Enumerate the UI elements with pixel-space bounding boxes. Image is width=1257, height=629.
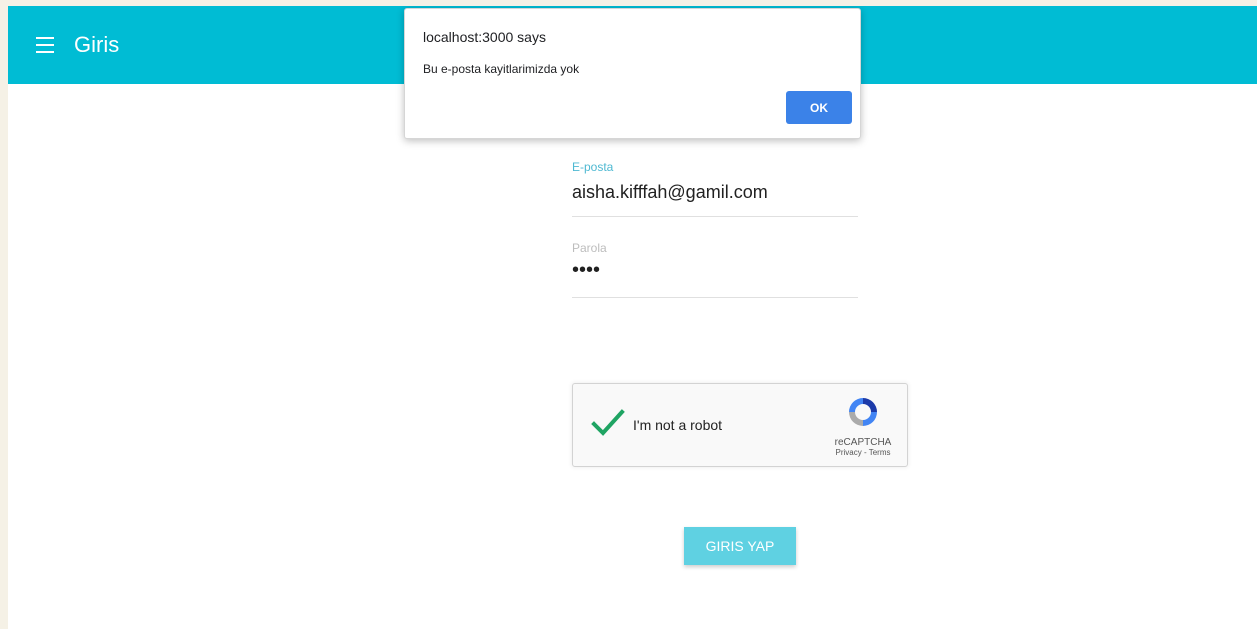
password-label: Parola bbox=[572, 241, 607, 255]
menu-icon-bar bbox=[36, 44, 54, 46]
recaptcha-widget: I'm not a robot reCAPTCHA Privacy - Term… bbox=[572, 383, 908, 467]
menu-icon[interactable] bbox=[36, 37, 58, 53]
email-field[interactable]: E-posta aisha.kifffah@gamil.com bbox=[572, 156, 858, 217]
recaptcha-links[interactable]: Privacy - Terms bbox=[831, 448, 895, 457]
recaptcha-brand: reCAPTCHA bbox=[834, 437, 892, 448]
email-input[interactable]: aisha.kifffah@gamil.com bbox=[572, 182, 768, 203]
page-title: Giris bbox=[74, 32, 120, 57]
recaptcha-icon bbox=[849, 398, 877, 426]
login-form: E-posta aisha.kifffah@gamil.com Parola •… bbox=[572, 156, 858, 318]
checkmark-icon[interactable] bbox=[591, 408, 625, 438]
dialog-message: Bu e-posta kayitlarimizda yok bbox=[423, 62, 580, 76]
ok-button[interactable]: OK bbox=[786, 91, 852, 124]
login-button[interactable]: GIRIS YAP bbox=[684, 527, 796, 565]
recaptcha-label: I'm not a robot bbox=[633, 417, 723, 433]
dialog-title: localhost:3000 says bbox=[423, 29, 546, 45]
password-field[interactable]: Parola •••• bbox=[572, 237, 858, 298]
alert-dialog: localhost:3000 says Bu e-posta kayitlari… bbox=[404, 8, 861, 139]
email-label: E-posta bbox=[572, 160, 614, 174]
menu-icon-bar bbox=[36, 51, 54, 53]
page: Giris E-posta aisha.kifffah@gamil.com Pa… bbox=[0, 0, 1257, 629]
recaptcha-logo: reCAPTCHA Privacy - Terms bbox=[831, 394, 895, 457]
password-input[interactable]: •••• bbox=[572, 259, 600, 282]
menu-icon-bar bbox=[36, 37, 54, 39]
